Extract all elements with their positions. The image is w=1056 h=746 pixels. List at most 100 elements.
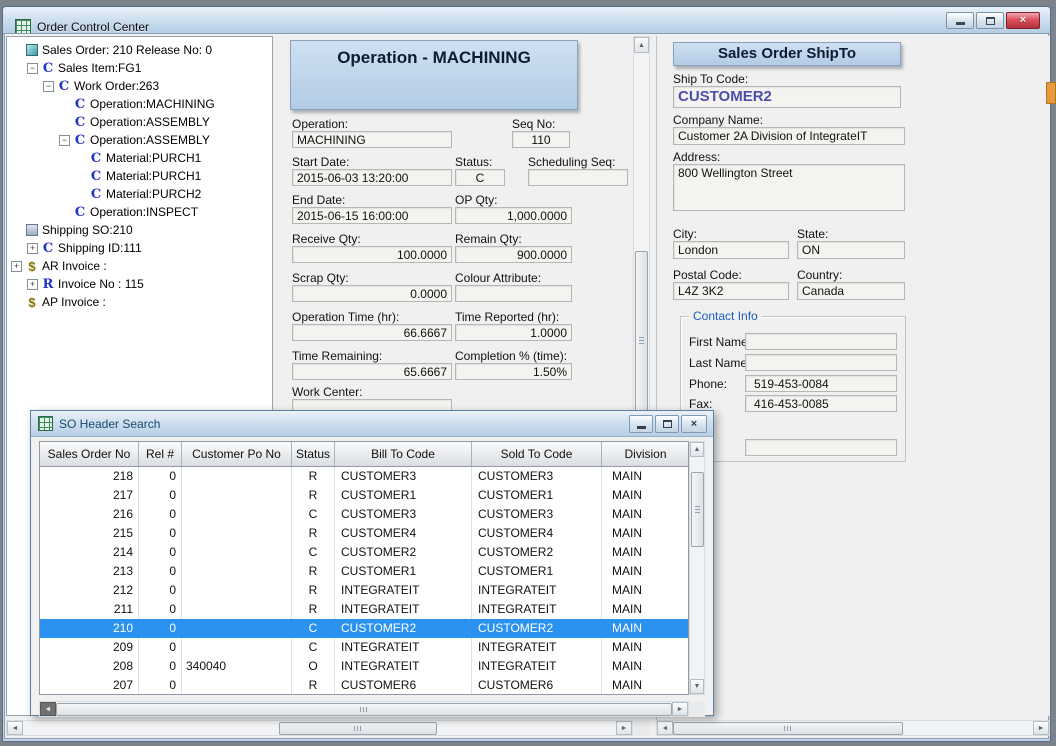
time-remaining-field[interactable]: 65.6667 [292,363,452,380]
state-field[interactable]: ON [797,241,905,259]
column-header[interactable]: Sales Order No [40,442,139,466]
address-field[interactable]: 800 Wellington Street [673,164,905,211]
receive-qty-field[interactable]: 100.0000 [292,246,452,263]
status-field[interactable]: C [455,169,505,186]
end-date-field[interactable]: 2015-06-15 16:00:00 [292,207,452,224]
tree-item[interactable]: Shipping SO:210 [7,221,272,239]
contact-extra-field[interactable] [745,439,897,456]
tree-item[interactable]: C Operation:MACHINING [7,95,272,113]
column-header[interactable]: Division [602,442,688,466]
time-reported-field[interactable]: 1.0000 [455,324,572,341]
scroll-right-icon[interactable]: ► [616,721,632,735]
hscroll-thumb[interactable] [673,722,903,735]
ship-to-code-field[interactable]: CUSTOMER2 [673,86,901,108]
dialog-hscrollbar[interactable]: ◄ ► [39,701,689,717]
expand-toggle-icon[interactable]: − [59,134,70,146]
tree-item[interactable]: − C Sales Item:FG1 [7,59,272,77]
table-cell: INTEGRATEIT [335,657,472,676]
scroll-right-icon[interactable]: ► [1033,721,1049,735]
expand-toggle-icon[interactable]: + [27,242,38,254]
op-qty-field[interactable]: 1,000.0000 [455,207,572,224]
last-name-field[interactable] [745,354,897,371]
table-row[interactable]: 209 0 C INTEGRATEIT INTEGRATEIT MAIN [40,638,688,657]
table-row[interactable]: 208 0 340040 O INTEGRATEIT INTEGRATEIT MAIN [40,657,688,676]
tree-item[interactable]: $ AP Invoice : [7,293,272,311]
table-row[interactable]: 216 0 C CUSTOMER3 CUSTOMER3 MAIN [40,505,688,524]
shipto-hscrollbar[interactable]: ◄ ► [656,720,1050,736]
scrap-qty-field[interactable]: 0.0000 [292,285,452,302]
last-name-label: Last Name: [689,356,751,370]
city-field[interactable]: London [673,241,789,259]
maximize-button[interactable] [976,12,1004,29]
expand-toggle-icon[interactable]: + [27,278,38,290]
main-hscrollbar[interactable]: ◄ ► [6,720,633,736]
table-row[interactable]: 213 0 R CUSTOMER1 CUSTOMER1 MAIN [40,562,688,581]
column-header[interactable]: Rel # [139,442,182,466]
hscroll-thumb[interactable] [279,722,437,735]
table-row[interactable]: 211 0 R INTEGRATEIT INTEGRATEIT MAIN [40,600,688,619]
start-date-field[interactable]: 2015-06-03 13:20:00 [292,169,452,186]
tree-item-label: Operation:MACHINING [90,97,215,111]
scroll-down-icon[interactable]: ▼ [690,679,704,694]
table-row[interactable]: 215 0 R CUSTOMER4 CUSTOMER4 MAIN [40,524,688,543]
dialog-titlebar[interactable]: SO Header Search × [31,411,713,437]
column-header[interactable]: Bill To Code [335,442,472,466]
tree-item[interactable]: − C Work Order:263 [7,77,272,95]
tree-item[interactable]: − C Operation:ASSEMBLY [7,131,272,149]
dialog-vscrollbar[interactable]: ▲ ▼ [689,441,705,695]
seq-no-field[interactable]: 110 [512,131,570,148]
tree-item[interactable]: C Material:PURCH1 [7,149,272,167]
hscroll-thumb[interactable] [56,703,672,716]
tree-item[interactable]: C Operation:INSPECT [7,203,272,221]
vscroll-thumb[interactable] [691,472,704,547]
expand-toggle-icon[interactable]: − [43,80,54,92]
tree-item[interactable]: C Material:PURCH1 [7,167,272,185]
dialog-close-button[interactable]: × [681,415,707,433]
tree-item[interactable]: + C Shipping ID:111 [7,239,272,257]
dialog-restore-button[interactable] [655,415,679,433]
company-name-field[interactable]: Customer 2A Division of IntegrateIT [673,127,905,145]
tree-item[interactable]: + $ AR Invoice : [7,257,272,275]
scroll-left-icon[interactable]: ◄ [7,721,23,735]
completion-pct-field[interactable]: 1.50% [455,363,572,380]
table-row-selected[interactable]: 210 0 C CUSTOMER2 CUSTOMER2 MAIN [40,619,688,638]
tree-item[interactable]: C Material:PURCH2 [7,185,272,203]
tree-item[interactable]: C Operation:ASSEMBLY [7,113,272,131]
table-row[interactable]: 217 0 R CUSTOMER1 CUSTOMER1 MAIN [40,486,688,505]
vscroll-thumb[interactable] [635,251,648,431]
dialog-minimize-button[interactable] [629,415,653,433]
table-cell: 217 [40,486,139,505]
table-cell: 210 [40,619,139,638]
remain-qty-field[interactable]: 900.0000 [455,246,572,263]
tree-item[interactable]: Sales Order: 210 Release No: 0 [7,41,272,59]
scroll-right-icon[interactable]: ► [672,702,688,716]
scroll-left-icon[interactable]: ◄ [657,721,673,735]
close-button[interactable]: × [1006,12,1040,29]
scroll-up-icon[interactable]: ▲ [690,442,704,457]
minimize-button[interactable] [946,12,974,29]
country-field[interactable]: Canada [797,282,905,300]
column-header[interactable]: Sold To Code [472,442,602,466]
expand-toggle-icon[interactable]: + [11,260,22,272]
table-row[interactable]: 212 0 R INTEGRATEIT INTEGRATEIT MAIN [40,581,688,600]
postal-code-field[interactable]: L4Z 3K2 [673,282,789,300]
phone-field[interactable]: 519-453-0084 [745,375,897,392]
table-row[interactable]: 214 0 C CUSTOMER2 CUSTOMER2 MAIN [40,543,688,562]
scheduling-seq-field[interactable] [528,169,628,186]
table-row[interactable]: 207 0 R CUSTOMER6 CUSTOMER6 MAIN [40,676,688,694]
column-header[interactable]: Status [292,442,335,466]
operation-field[interactable]: MACHINING [292,131,452,148]
colour-attribute-field[interactable] [455,285,572,302]
scroll-left-icon[interactable]: ◄ [40,702,56,716]
table-cell: CUSTOMER6 [472,676,602,694]
column-header[interactable]: Customer Po No [182,442,292,466]
fax-field[interactable]: 416-453-0085 [745,395,897,412]
first-name-field[interactable] [745,333,897,350]
table-row[interactable]: 218 0 R CUSTOMER3 CUSTOMER3 MAIN [40,467,688,486]
main-titlebar[interactable]: Order Control Center [3,7,1050,35]
operation-time-field[interactable]: 66.6667 [292,324,452,341]
scroll-up-icon[interactable]: ▲ [634,37,649,53]
expand-toggle-icon[interactable]: − [27,62,38,74]
table-cell: 0 [139,600,182,619]
tree-item[interactable]: + R Invoice No : 115 [7,275,272,293]
